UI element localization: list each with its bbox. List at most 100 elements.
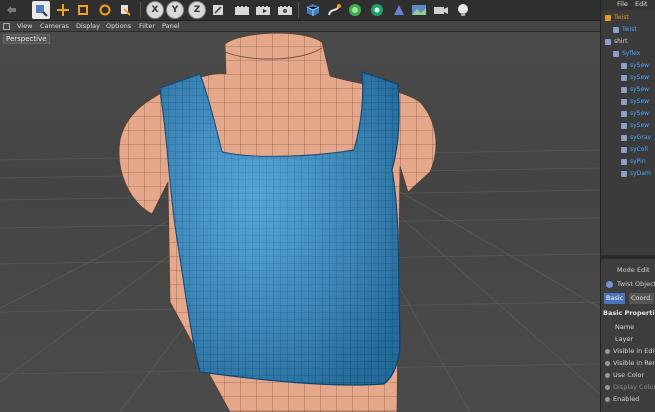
- property-label[interactable]: Enabled: [613, 395, 655, 403]
- object-tree-item[interactable]: syPin: [601, 156, 655, 168]
- property-label[interactable]: Display Color: [613, 383, 655, 391]
- attribute-manager: Mode Edit Twist Object Basic Coord. Basi…: [601, 259, 655, 412]
- object-tree-item[interactable]: sySew: [601, 120, 655, 132]
- object-tree-item[interactable]: sySew: [601, 96, 655, 108]
- object-tree-item[interactable]: Twist: [601, 12, 655, 24]
- object-tree-label: syGrav: [630, 134, 652, 141]
- viewport-camera-label[interactable]: Perspective: [3, 34, 50, 44]
- toolbar-divider: [298, 2, 299, 18]
- object-icon: [613, 51, 619, 57]
- object-tree-label: sySew: [630, 74, 650, 81]
- viewport-layout-icon[interactable]: [3, 23, 10, 30]
- menu-options[interactable]: Options: [106, 22, 131, 30]
- object-icon: [621, 123, 627, 129]
- object-tree-item[interactable]: syColl: [601, 144, 655, 156]
- menu-display[interactable]: Display: [76, 22, 100, 30]
- object-tree-label: Twist: [614, 14, 629, 21]
- object-manager-menu: File Edit: [601, 0, 655, 10]
- axis-z-button[interactable]: Z: [188, 1, 206, 19]
- object-tree-label: syPin: [630, 158, 646, 165]
- property-animation-dot[interactable]: [605, 385, 610, 390]
- camera-icon[interactable]: [432, 1, 450, 19]
- property-label[interactable]: Visible in Ren: [613, 359, 655, 367]
- property-animation-dot[interactable]: [605, 397, 610, 402]
- menu-view[interactable]: View: [17, 22, 32, 30]
- perspective-viewport[interactable]: Perspective: [0, 32, 600, 412]
- property-animation-dot[interactable]: [605, 361, 610, 366]
- move-tool-icon[interactable]: [54, 1, 72, 19]
- object-tree-item[interactable]: shirt: [601, 36, 655, 48]
- menu-edit[interactable]: Edit: [635, 0, 648, 8]
- axis-x-button[interactable]: X: [146, 1, 164, 19]
- object-icon: [621, 63, 627, 69]
- property-label[interactable]: Use Color: [613, 371, 655, 379]
- menu-cameras[interactable]: Cameras: [40, 22, 69, 30]
- object-icon: [621, 159, 627, 165]
- object-icon: [621, 99, 627, 105]
- menu-panel[interactable]: Panel: [162, 22, 180, 30]
- render-view-icon[interactable]: [233, 1, 251, 19]
- object-tree-label: Twist: [622, 26, 637, 33]
- object-icon: [621, 75, 627, 81]
- tab-coord[interactable]: Coord.: [629, 293, 655, 304]
- recent-tool-icon[interactable]: [116, 1, 134, 19]
- object-tree-item[interactable]: Syflex: [601, 48, 655, 60]
- object-tree-label: Syflex: [622, 50, 641, 57]
- undo-icon[interactable]: [2, 1, 20, 19]
- section-title: Basic Properties: [603, 309, 655, 317]
- menu-file[interactable]: File: [617, 0, 628, 8]
- spline-pen-icon[interactable]: [325, 1, 343, 19]
- object-tree-item[interactable]: Twist: [601, 24, 655, 36]
- object-tree-item[interactable]: syDam: [601, 168, 655, 180]
- object-tree-label: syColl: [630, 146, 648, 153]
- main-toolbar: X Y Z: [0, 0, 600, 21]
- object-icon: [605, 15, 611, 21]
- menu-filter[interactable]: Filter: [139, 22, 155, 30]
- object-icon: [621, 147, 627, 153]
- property-label[interactable]: Visible in Edit: [613, 347, 655, 355]
- object-tree-label: sySew: [630, 62, 650, 69]
- axis-y-button[interactable]: Y: [166, 1, 184, 19]
- object-icon: [621, 87, 627, 93]
- object-type-label: Twist Object: [617, 280, 655, 288]
- scene-environment-icon[interactable]: [410, 1, 428, 19]
- object-tree-label: sySew: [630, 122, 650, 129]
- light-bulb-icon[interactable]: [454, 1, 472, 19]
- object-tree-label: sySew: [630, 86, 650, 93]
- cube-primitive-icon[interactable]: [304, 1, 322, 19]
- object-manager-panel: File Edit Twist Twist shirt Syflex sySew sySe…: [600, 0, 655, 412]
- object-tree-label: syDam: [630, 170, 651, 177]
- menu-attr-edit[interactable]: Edit: [637, 266, 655, 274]
- object-icon: [605, 39, 611, 45]
- coordinate-system-icon[interactable]: [209, 1, 227, 19]
- property-label[interactable]: Name: [615, 323, 655, 331]
- viewport-menu-bar: View Cameras Display Options Filter Pane…: [0, 21, 600, 32]
- object-icon: [621, 111, 627, 117]
- twist-object-icon: [606, 281, 613, 288]
- toolbar-divider: [140, 2, 141, 18]
- tab-basic[interactable]: Basic: [604, 293, 626, 304]
- property-label[interactable]: Layer: [615, 335, 655, 343]
- deformer-icon[interactable]: [390, 1, 408, 19]
- render-settings-icon[interactable]: [276, 1, 294, 19]
- object-tree-label: sySew: [630, 98, 650, 105]
- object-tree-label: shirt: [614, 38, 628, 45]
- object-tree-item[interactable]: syGrav: [601, 132, 655, 144]
- object-tree-item[interactable]: sySew: [601, 84, 655, 96]
- object-tree-item[interactable]: sySew: [601, 72, 655, 84]
- nurbs-subdivision-icon[interactable]: [346, 1, 364, 19]
- scale-tool-icon[interactable]: [74, 1, 92, 19]
- select-tool-icon[interactable]: [32, 1, 50, 19]
- object-tree-item[interactable]: sySew: [601, 108, 655, 120]
- object-icon: [613, 27, 619, 33]
- object-icon: [621, 135, 627, 141]
- property-animation-dot[interactable]: [605, 373, 610, 378]
- object-icon: [621, 171, 627, 177]
- rotate-tool-icon[interactable]: [96, 1, 114, 19]
- property-animation-dot[interactable]: [605, 349, 610, 354]
- render-picture-viewer-icon[interactable]: [254, 1, 272, 19]
- array-cloner-icon[interactable]: [368, 1, 386, 19]
- scene-render: [0, 32, 600, 412]
- object-tree-item[interactable]: sySew: [601, 60, 655, 72]
- object-tree-label: sySew: [630, 110, 650, 117]
